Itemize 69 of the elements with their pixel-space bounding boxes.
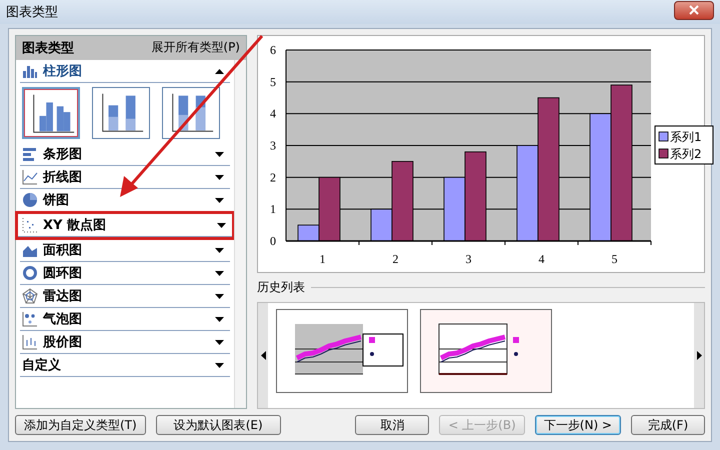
chart-type-icon	[22, 169, 38, 185]
expand-caret-icon	[215, 248, 224, 252]
panel-title: 图表类型	[22, 40, 74, 57]
y-tick-label: 2	[270, 170, 276, 184]
expand-caret-icon	[215, 294, 224, 298]
expand-caret-icon	[215, 198, 224, 202]
chart-type-icon	[22, 334, 38, 350]
y-tick-label: 1	[270, 202, 276, 216]
legend-swatch	[658, 132, 668, 142]
chart-subtype-option[interactable]	[92, 87, 150, 139]
expand-caret-icon	[215, 270, 224, 276]
y-tick-label: 0	[270, 234, 276, 248]
chart-type-icon	[22, 192, 38, 208]
legend-swatch	[658, 148, 668, 158]
chart-type-icon	[22, 217, 38, 233]
right-triangle-icon	[696, 351, 702, 360]
chart-type-item[interactable]: 气泡图	[20, 308, 230, 331]
x-tick-label: 2	[392, 252, 398, 266]
chart-type-item[interactable]: 条形图	[20, 143, 230, 166]
dialog-button[interactable]: 取消	[355, 415, 430, 435]
y-tick-label: 5	[270, 74, 276, 89]
history-title: 历史列表	[257, 279, 305, 296]
chart-type-icon	[22, 288, 38, 304]
dialog-button[interactable]: 完成(F)	[631, 415, 705, 435]
expand-caret-icon	[217, 222, 226, 228]
expand-caret-icon	[215, 174, 224, 180]
x-tick-label: 1	[320, 252, 326, 266]
chart-type-item[interactable]: 柱形图	[20, 60, 230, 83]
expand-caret-icon	[215, 340, 224, 344]
chart-subtype-option[interactable]	[22, 87, 80, 139]
chart-type-item[interactable]: 股价图	[20, 331, 230, 354]
legend-label: 系列1	[670, 130, 702, 144]
chart-type-icon	[22, 311, 38, 327]
legend-label: 系列2	[670, 147, 702, 161]
x-tick-label: 5	[612, 252, 618, 266]
dialog-button[interactable]: 下一步(N) >	[534, 415, 621, 435]
chart-subtype-option[interactable]	[162, 87, 220, 139]
expand-caret-icon	[215, 362, 224, 368]
expand-caret-icon	[215, 152, 224, 156]
y-tick-label: 6	[270, 43, 276, 57]
scroll-right-button[interactable]	[694, 303, 704, 408]
chart-thumbnail[interactable]	[420, 309, 552, 393]
chart-type-item[interactable]: XY 散点图	[18, 214, 232, 237]
dialog-button[interactable]: 设为默认图表(E)	[156, 415, 281, 435]
left-triangle-icon	[260, 351, 266, 360]
x-tick-mark	[504, 240, 506, 246]
collapse-caret-icon	[215, 68, 224, 74]
chart-type-icon	[22, 265, 38, 281]
dialog-button[interactable]: 添加为自定义类型(T)	[15, 415, 146, 435]
x-tick-mark	[650, 240, 652, 246]
x-tick-label: 3	[466, 252, 472, 266]
expand-all-link[interactable]: 展开所有类型(P)	[151, 39, 240, 57]
chart-type-icon	[22, 63, 38, 79]
x-tick-label: 4	[538, 252, 544, 266]
y-tick-label: 4	[270, 106, 276, 121]
chart-type-item[interactable]: 面积图	[20, 239, 230, 262]
chart-type-icon	[22, 146, 38, 162]
y-tick-label: 3	[270, 138, 276, 152]
chart-thumbnail[interactable]	[276, 309, 408, 393]
x-tick-mark	[358, 240, 360, 246]
chart-type-item[interactable]: 雷达图	[20, 285, 230, 308]
expand-caret-icon	[215, 316, 224, 322]
close-icon	[688, 5, 700, 15]
window-title: 图表类型	[6, 4, 58, 21]
close-button[interactable]	[674, 0, 714, 20]
chart-type-item[interactable]: 自定义	[20, 354, 230, 377]
scroll-left-button[interactable]	[258, 303, 268, 408]
chart-type-item[interactable]: 圆环图	[20, 262, 230, 285]
scrollbar[interactable]	[234, 60, 246, 408]
